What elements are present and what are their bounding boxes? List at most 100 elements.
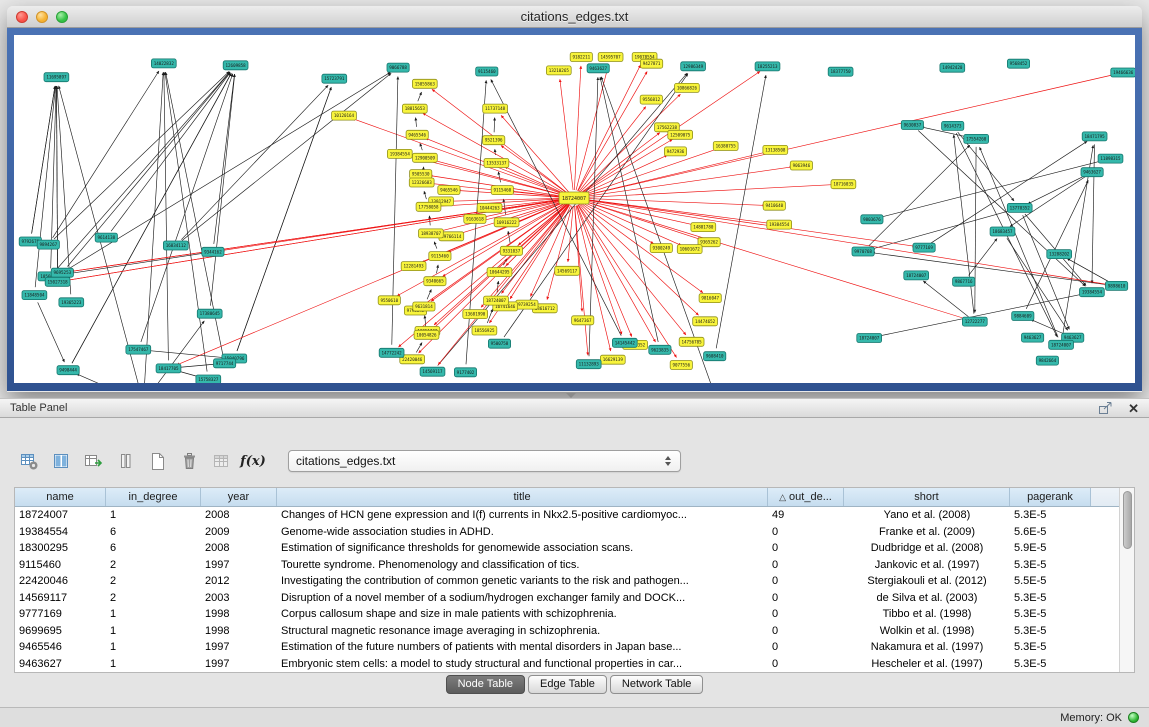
graph-node[interactable]: 18716035 — [831, 180, 856, 189]
graph-node[interactable]: 9427871 — [641, 59, 663, 68]
column-header-in-degree[interactable]: in_degree — [106, 488, 201, 506]
graph-node[interactable]: 17547467 — [126, 345, 151, 354]
graph-node[interactable]: 9115460 — [429, 252, 451, 261]
zoom-window-button[interactable] — [56, 11, 68, 23]
graph-node[interactable]: 12900509 — [413, 153, 438, 162]
graph-node[interactable]: 12509075 — [668, 130, 693, 139]
graph-node[interactable]: 15723791 — [322, 74, 347, 83]
graph-node[interactable]: 9631814 — [413, 302, 435, 311]
graph-node[interactable]: 19384554 — [1080, 288, 1105, 297]
graph-node[interactable]: 9717744 — [214, 359, 236, 368]
column-header-short[interactable]: short — [844, 488, 1010, 506]
graph-node[interactable]: 18417705 — [156, 364, 181, 373]
graph-node[interactable]: 16380755 — [713, 142, 738, 151]
graph-node[interactable]: 9647367 — [572, 316, 594, 325]
float-panel-icon[interactable] — [1094, 397, 1116, 419]
graph-node[interactable]: 12326683 — [409, 178, 434, 187]
graph-node[interactable]: 9816047 — [699, 294, 721, 303]
graph-node[interactable]: 11848504 — [22, 291, 47, 300]
graph-node[interactable]: 9842664 — [1036, 356, 1058, 365]
graph-node[interactable]: 9465546 — [438, 186, 460, 195]
graph-node[interactable]: 9465546 — [406, 130, 428, 139]
graph-node[interactable]: 11695897 — [44, 73, 69, 82]
graph-node[interactable]: 9884609 — [1012, 312, 1034, 321]
graph-node[interactable]: 15027318 — [45, 277, 70, 286]
graph-node[interactable]: 18683457 — [990, 227, 1015, 236]
graph-node[interactable]: 18938707 — [419, 229, 444, 238]
tab-node-table[interactable]: Node Table — [446, 675, 525, 694]
graph-node[interactable]: 10444263 — [477, 203, 502, 212]
graph-node[interactable]: 14474652 — [693, 317, 718, 326]
graph-node[interactable]: 9177402 — [454, 368, 476, 377]
network-canvas[interactable]: 1872400713210265918221114595707190785549… — [14, 35, 1135, 383]
graph-node[interactable]: 11898315 — [1098, 154, 1123, 163]
close-panel-icon[interactable]: ✕ — [1128, 402, 1139, 415]
graph-node[interactable]: 19365223 — [59, 298, 84, 307]
selection-mode-icon[interactable] — [114, 450, 136, 472]
graph-node[interactable]: 11132893 — [576, 360, 601, 369]
graph-node[interactable]: 13210265 — [546, 66, 571, 75]
graph-node[interactable]: 18724007 — [559, 192, 589, 204]
column-header-out-de-[interactable]: △out_de... — [768, 488, 844, 506]
tab-edge-table[interactable]: Edge Table — [528, 675, 607, 694]
graph-node[interactable]: 11737148 — [483, 104, 508, 113]
graph-node[interactable]: 18815653 — [402, 104, 427, 113]
graph-node[interactable]: 14942420 — [940, 63, 965, 72]
graph-node[interactable]: 9970768 — [852, 247, 874, 256]
graph-node[interactable]: 9695253 — [51, 268, 73, 277]
table-row[interactable]: 1938455462009Genome-wide association stu… — [15, 524, 1134, 541]
function-builder-icon[interactable]: f(x) — [242, 450, 264, 472]
graph-node[interactable]: 9894267 — [37, 240, 59, 249]
graph-node[interactable]: 9505530 — [410, 170, 432, 179]
graph-node[interactable]: 10120164 — [332, 111, 357, 120]
graph-node[interactable]: 9898610 — [1106, 281, 1128, 290]
graph-node[interactable]: 10644295 — [487, 268, 512, 277]
graph-node[interactable]: 15758327 — [196, 375, 221, 383]
graph-node[interactable]: 16629139 — [600, 355, 625, 364]
graph-node[interactable]: 9463627 — [1081, 168, 1103, 177]
table-row[interactable]: 1872400712008Changes of HCN gene express… — [15, 507, 1134, 524]
graph-node[interactable]: 9066788 — [387, 63, 409, 72]
graph-node[interactable]: 14022832 — [151, 59, 176, 68]
graph-node[interactable]: 9163618 — [464, 214, 486, 223]
edit-table-icon[interactable] — [82, 450, 104, 472]
graph-node[interactable]: 9182211 — [570, 53, 592, 62]
graph-node[interactable]: 14569117 — [420, 367, 445, 376]
graph-node[interactable]: 17554260 — [964, 134, 989, 143]
table-selector[interactable]: citations_edges.txt — [288, 450, 681, 472]
tab-network-table[interactable]: Network Table — [610, 675, 704, 694]
show-columns-icon[interactable] — [50, 450, 72, 472]
graph-node[interactable]: 12281493 — [401, 262, 426, 271]
graph-node[interactable]: 13533137 — [484, 159, 509, 168]
graph-node[interactable]: 10866826 — [675, 83, 700, 92]
graph-node[interactable]: 10601672 — [677, 245, 702, 254]
graph-node[interactable]: 9608410 — [704, 352, 726, 361]
graph-node[interactable]: 17758058 — [416, 202, 441, 211]
graph-node[interactable]: 9344162 — [202, 247, 224, 256]
graph-node[interactable]: 9498444 — [57, 366, 79, 375]
close-window-button[interactable] — [16, 11, 28, 23]
graph-node[interactable]: 9410640 — [763, 201, 785, 210]
table-row[interactable]: 1830029562008Estimation of significance … — [15, 540, 1134, 557]
new-column-icon[interactable] — [146, 450, 168, 472]
network-window-titlebar[interactable]: citations_edges.txt — [7, 6, 1142, 28]
minimize-window-button[interactable] — [36, 11, 48, 23]
delete-column-icon[interactable] — [178, 450, 200, 472]
graph-node[interactable]: 13681990 — [463, 310, 488, 319]
graph-node[interactable]: 18724007 — [904, 271, 929, 280]
graph-node[interactable]: 9063946 — [790, 161, 812, 170]
graph-node[interactable]: 18724007 — [857, 334, 882, 343]
graph-node[interactable]: 18255213 — [755, 62, 780, 71]
graph-node[interactable]: 9521396 — [483, 136, 505, 145]
graph-node[interactable]: 9550610 — [378, 296, 400, 305]
column-header-year[interactable]: year — [201, 488, 277, 506]
graph-node[interactable]: 14772242 — [379, 348, 404, 357]
graph-node[interactable]: 9568452 — [1007, 59, 1029, 68]
graph-node[interactable]: 18556925 — [472, 326, 497, 335]
graph-node[interactable]: 13778352 — [1007, 203, 1032, 212]
graph-node[interactable]: 9614138 — [95, 233, 117, 242]
graph-node[interactable]: 14145442 — [612, 338, 637, 347]
graph-node[interactable]: 19384554 — [767, 220, 792, 229]
graph-node[interactable]: 9463627 — [587, 64, 609, 73]
graph-node[interactable]: 9500758 — [488, 339, 510, 348]
